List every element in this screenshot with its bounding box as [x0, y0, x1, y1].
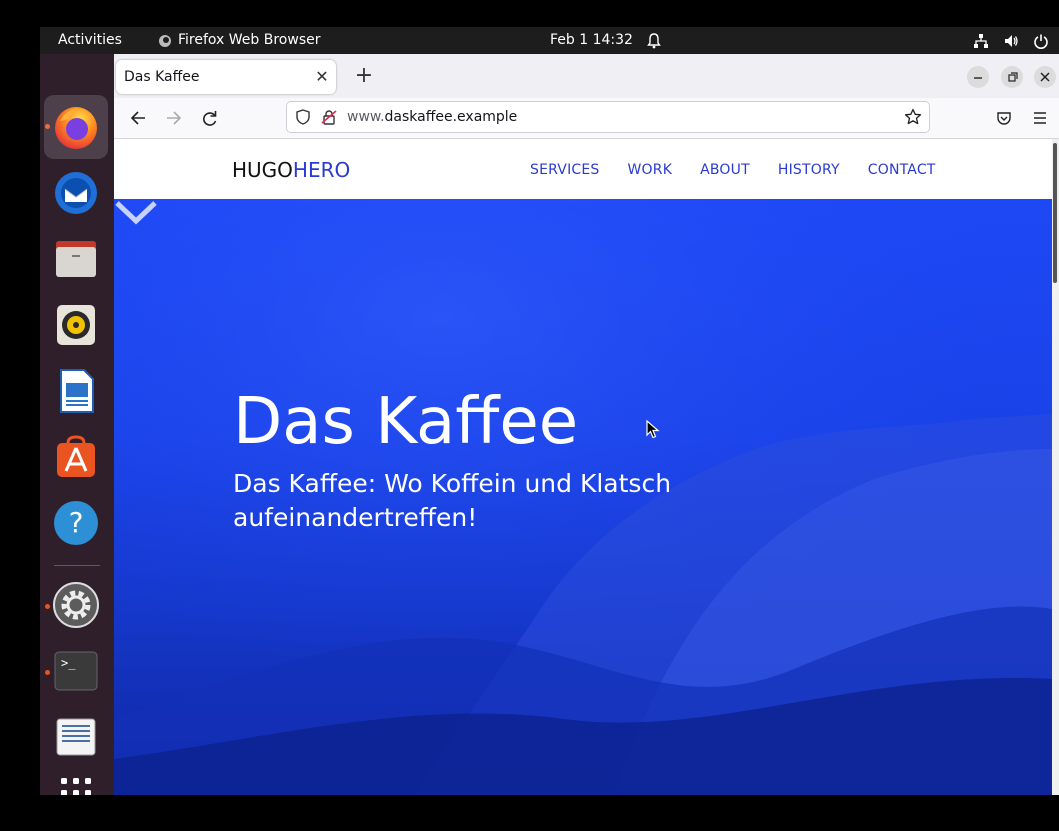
- reload-button[interactable]: [196, 104, 224, 132]
- dock-terminal[interactable]: >_: [44, 639, 108, 703]
- firefox-small-icon: [159, 34, 171, 47]
- insecure-lock-icon[interactable]: [321, 109, 337, 125]
- site-logo[interactable]: HUGOHERO: [232, 139, 350, 201]
- web-page: HUGOHERO SERVICES WORK ABOUT HISTORY CON…: [114, 139, 1059, 795]
- nav-link-history[interactable]: HISTORY: [778, 139, 840, 201]
- pocket-icon: [997, 112, 1011, 125]
- app-menu[interactable]: Firefox Web Browser: [158, 27, 321, 54]
- rhythmbox-icon: [57, 305, 95, 345]
- restore-button[interactable]: [1001, 66, 1023, 88]
- site-nav: SERVICES WORK ABOUT HISTORY CONTACT: [530, 139, 936, 201]
- dock-text-editor[interactable]: [44, 705, 108, 769]
- notification-bell-icon[interactable]: [646, 27, 662, 54]
- power-icon: [1034, 34, 1048, 49]
- tab-close-icon[interactable]: ✕: [314, 60, 330, 94]
- logo-part-hugo: HUGO: [232, 158, 293, 182]
- logo-part-hero: HERO: [292, 158, 351, 182]
- dock: ? >_: [40, 54, 114, 795]
- nav-link-about[interactable]: ABOUT: [700, 139, 750, 201]
- tab-strip: Das Kaffee ✕ +: [114, 54, 1059, 98]
- settings-gear-icon: [53, 582, 99, 628]
- svg-text:?: ?: [69, 506, 84, 539]
- hero-subtitle: Das Kaffee: Wo Koffein und Klatsch aufei…: [233, 469, 672, 532]
- scrollbar-thumb[interactable]: [1053, 143, 1057, 283]
- clock[interactable]: Feb 1 14:32: [550, 27, 633, 54]
- dock-settings[interactable]: [44, 573, 108, 637]
- pocket-button[interactable]: [990, 104, 1018, 132]
- back-button[interactable]: [124, 104, 152, 132]
- activities-button[interactable]: Activities: [58, 27, 122, 54]
- files-icon: [56, 241, 96, 277]
- hero-title: Das Kaffee: [233, 385, 579, 459]
- text-editor-icon: [56, 718, 96, 756]
- new-tab-button[interactable]: +: [350, 62, 378, 90]
- forward-arrow-icon: [167, 111, 182, 125]
- dock-help[interactable]: ?: [44, 491, 108, 555]
- app-center-icon: [57, 435, 95, 477]
- app-menu-label: Firefox Web Browser: [178, 32, 321, 48]
- thunderbird-icon: [55, 172, 97, 214]
- dock-files[interactable]: [44, 227, 108, 291]
- shield-icon[interactable]: [295, 109, 311, 125]
- close-window-button[interactable]: [1034, 66, 1056, 88]
- page-scrollbar[interactable]: [1052, 139, 1059, 795]
- help-icon: ?: [54, 501, 98, 545]
- top-bar: Activities Firefox Web Browser Feb 1 14:…: [40, 27, 1059, 54]
- dock-separator: [54, 565, 100, 566]
- nav-link-contact[interactable]: CONTACT: [868, 139, 936, 201]
- app-menu-button[interactable]: [1026, 104, 1054, 132]
- restore-icon: [1008, 72, 1018, 82]
- url-prefix: www.: [347, 109, 385, 125]
- dock-rhythmbox[interactable]: [44, 293, 108, 357]
- dock-thunderbird[interactable]: [44, 161, 108, 225]
- network-icon: [974, 33, 988, 48]
- close-icon: [1040, 72, 1050, 82]
- url-domain: daskaffee.example: [384, 109, 518, 125]
- dock-firefox[interactable]: [44, 95, 108, 159]
- minimize-icon: [974, 77, 982, 79]
- mouse-cursor-icon: [646, 420, 660, 439]
- desktop-screen: Activities Firefox Web Browser Feb 1 14:…: [40, 27, 1059, 795]
- system-tray[interactable]: [973, 27, 1049, 54]
- terminal-icon: >_: [54, 651, 98, 691]
- reload-icon: [203, 111, 217, 126]
- navigation-toolbar: www.daskaffee.example: [114, 98, 1059, 139]
- hero-section: Das Kaffee Das Kaffee: Wo Koffein und Kl…: [114, 199, 1052, 795]
- hamburger-menu-icon: [1034, 112, 1046, 124]
- firefox-icon: [55, 107, 97, 149]
- svg-text:>_: >_: [61, 656, 76, 670]
- browser-tab[interactable]: Das Kaffee ✕: [116, 60, 336, 94]
- nav-link-work[interactable]: WORK: [628, 139, 673, 201]
- site-header: HUGOHERO SERVICES WORK ABOUT HISTORY CON…: [114, 139, 1052, 199]
- url-bar[interactable]: www.daskaffee.example: [286, 101, 930, 133]
- volume-icon: [1005, 34, 1018, 47]
- dock-writer[interactable]: [44, 359, 108, 423]
- bookmark-star-icon[interactable]: [904, 108, 922, 126]
- app-grid-icon: [61, 778, 91, 795]
- tab-title: Das Kaffee: [124, 69, 200, 85]
- writer-icon: [60, 369, 94, 413]
- dock-app-center[interactable]: [44, 425, 108, 489]
- forward-button[interactable]: [160, 104, 188, 132]
- dock-show-apps[interactable]: [44, 761, 108, 795]
- minimize-button[interactable]: [967, 66, 989, 88]
- url-text[interactable]: www.daskaffee.example: [347, 102, 517, 132]
- browser-window: Das Kaffee ✕ + www.daskaffee.example HUG…: [114, 54, 1059, 795]
- back-arrow-icon: [130, 111, 145, 125]
- scroll-down-chevron-icon[interactable]: [114, 199, 158, 227]
- nav-link-services[interactable]: SERVICES: [530, 139, 600, 201]
